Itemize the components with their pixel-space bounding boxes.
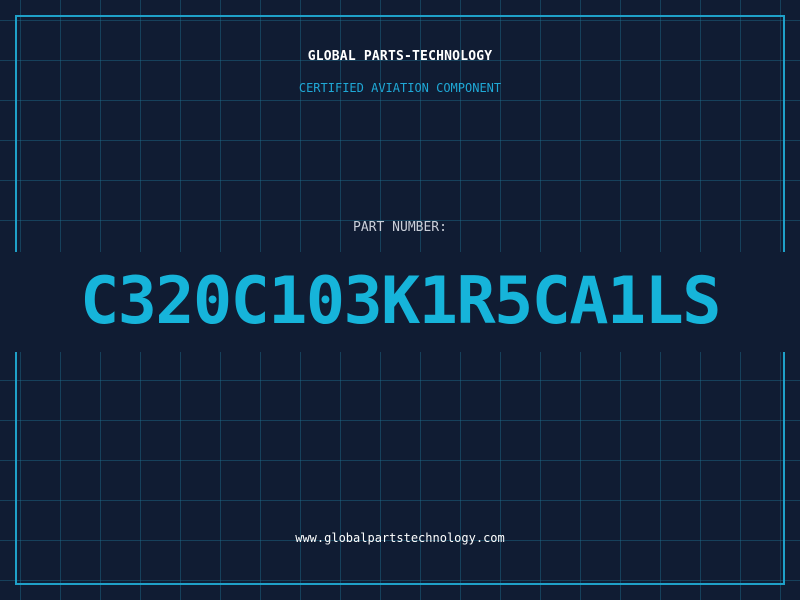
certification-tagline: CERTIFIED AVIATION COMPONENT <box>298 81 502 95</box>
part-number-value: C320C103K1R5CA1LS <box>0 252 800 352</box>
part-number-label: PART NUMBER: <box>353 220 447 235</box>
part-label-card: GLOBAL PARTS-TECHNOLOGY CERTIFIED AVIATI… <box>0 0 800 600</box>
company-name: GLOBAL PARTS-TECHNOLOGY <box>307 49 493 64</box>
website-url: www.globalpartstechnology.com <box>295 531 505 545</box>
